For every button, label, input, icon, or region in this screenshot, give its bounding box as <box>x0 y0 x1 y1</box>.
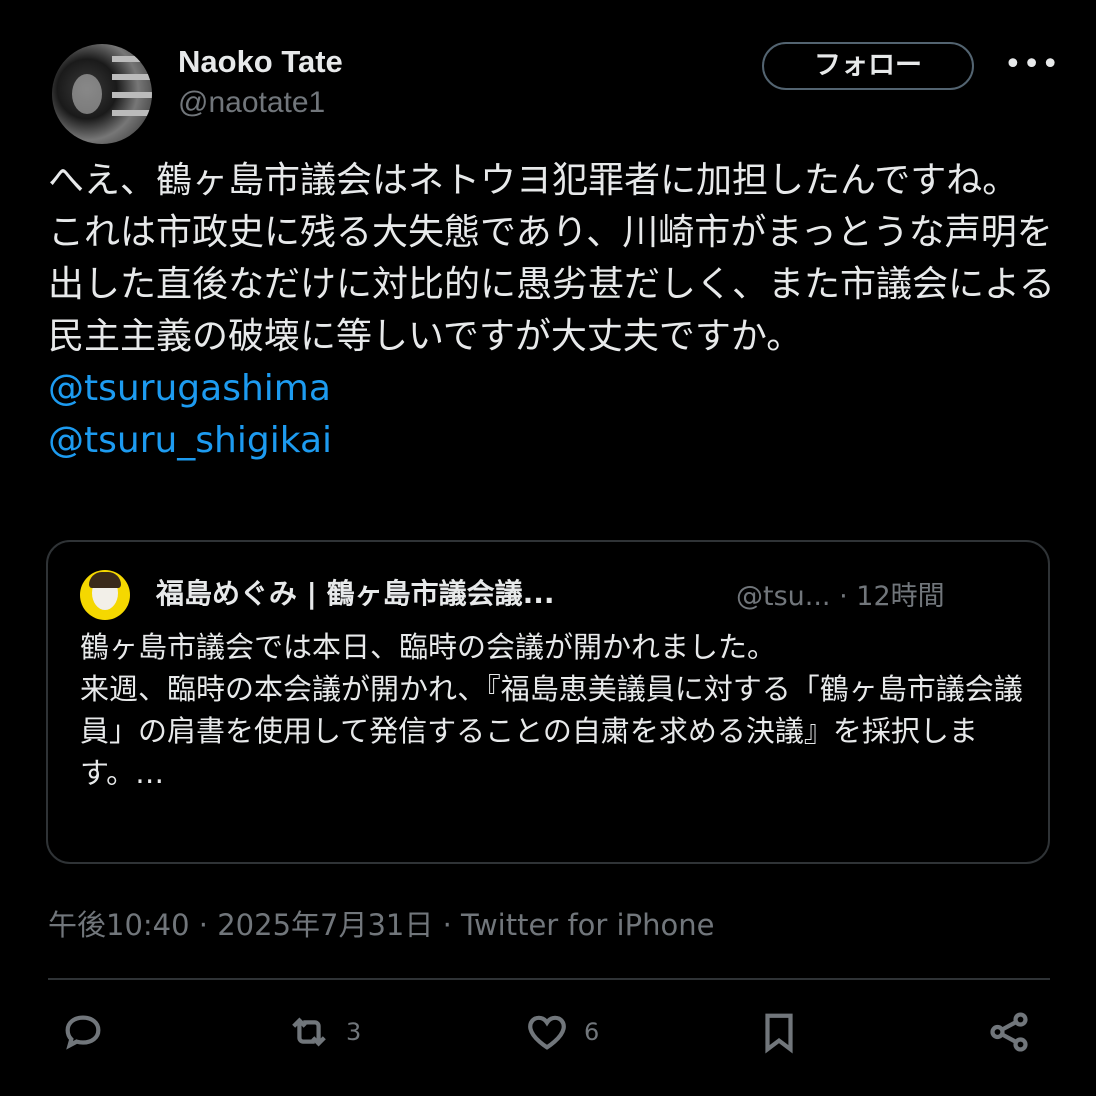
quoted-tweet[interactable]: 福島めぐみ | 鶴ヶ島市議会議... @tsu... · 12時間 鶴ヶ島市議会… <box>46 540 1050 864</box>
share-icon <box>990 1012 1028 1052</box>
more-options-icon[interactable]: ••• <box>1004 48 1059 82</box>
quoted-text: 鶴ヶ島市議会では本日、臨時の会議が開かれました。 来週、臨時の本会議が開かれ、『… <box>80 626 1030 794</box>
quoted-handle-time: @tsu... · 12時間 <box>736 581 945 612</box>
quoted-author-name: 福島めぐみ | 鶴ヶ島市議会議... <box>156 577 555 610</box>
heart-icon <box>528 1015 566 1050</box>
quoted-paragraph: 鶴ヶ島市議会では本日、臨時の会議が開かれました。 <box>80 630 777 664</box>
bookmark-icon <box>765 1013 793 1054</box>
tweet-paragraph: @tsuru_shigikai <box>48 415 1058 467</box>
reply-button[interactable] <box>60 1008 106 1056</box>
tweet-paragraph-text: これは市政史に残る大失態であり、川崎市がまっとうな声明を出した直後なだけに対比的… <box>48 212 1055 357</box>
reply-icon <box>65 1015 101 1050</box>
retweet-button[interactable]: 3 <box>286 1008 361 1056</box>
retweet-count: 3 <box>346 1018 362 1046</box>
tweet-paragraph: へえ、鶴ヶ島市議会はネトウヨ犯罪者に加担したんですね。 <box>48 160 1019 201</box>
like-count: 6 <box>584 1018 600 1046</box>
author-name[interactable]: Naoko Tate <box>178 44 343 80</box>
like-button[interactable]: 6 <box>524 1008 599 1056</box>
avatar-stripe <box>112 56 152 62</box>
divider <box>48 978 1050 980</box>
avatar-stripe <box>112 110 152 116</box>
avatar-face <box>72 74 102 114</box>
retweet-icon <box>292 1017 326 1047</box>
avatar-stripe <box>112 92 152 98</box>
quoted-paragraph: 来週、臨時の本会議が開かれ、『福島恵美議員に対する「鶴ヶ島市議会議員」の肩書を使… <box>80 672 1023 790</box>
avatar-stripe <box>112 74 152 80</box>
author-handle[interactable]: @naotate1 <box>178 86 325 120</box>
author-avatar[interactable] <box>52 44 152 144</box>
tweet-text: へえ、鶴ヶ島市議会はネトウヨ犯罪者に加担したんですね。 これは市政史に残る大失態… <box>48 155 1058 467</box>
share-button[interactable] <box>986 1008 1032 1056</box>
follow-button[interactable]: フォロー <box>762 42 974 90</box>
mention-link[interactable]: @tsuru_shigikai <box>48 420 332 461</box>
tweet-paragraph: これは市政史に残る大失態であり、川崎市がまっとうな声明を出した直後なだけに対比的… <box>48 207 1058 415</box>
quoted-avatar-hair <box>89 572 121 588</box>
quoted-author-avatar <box>80 570 130 620</box>
bookmark-button[interactable] <box>756 1008 802 1056</box>
mention-link[interactable]: @tsurugashima <box>48 368 331 409</box>
tweet-timestamp: 午後10:40 · 2025年7月31日 · Twitter for iPhon… <box>48 908 715 942</box>
